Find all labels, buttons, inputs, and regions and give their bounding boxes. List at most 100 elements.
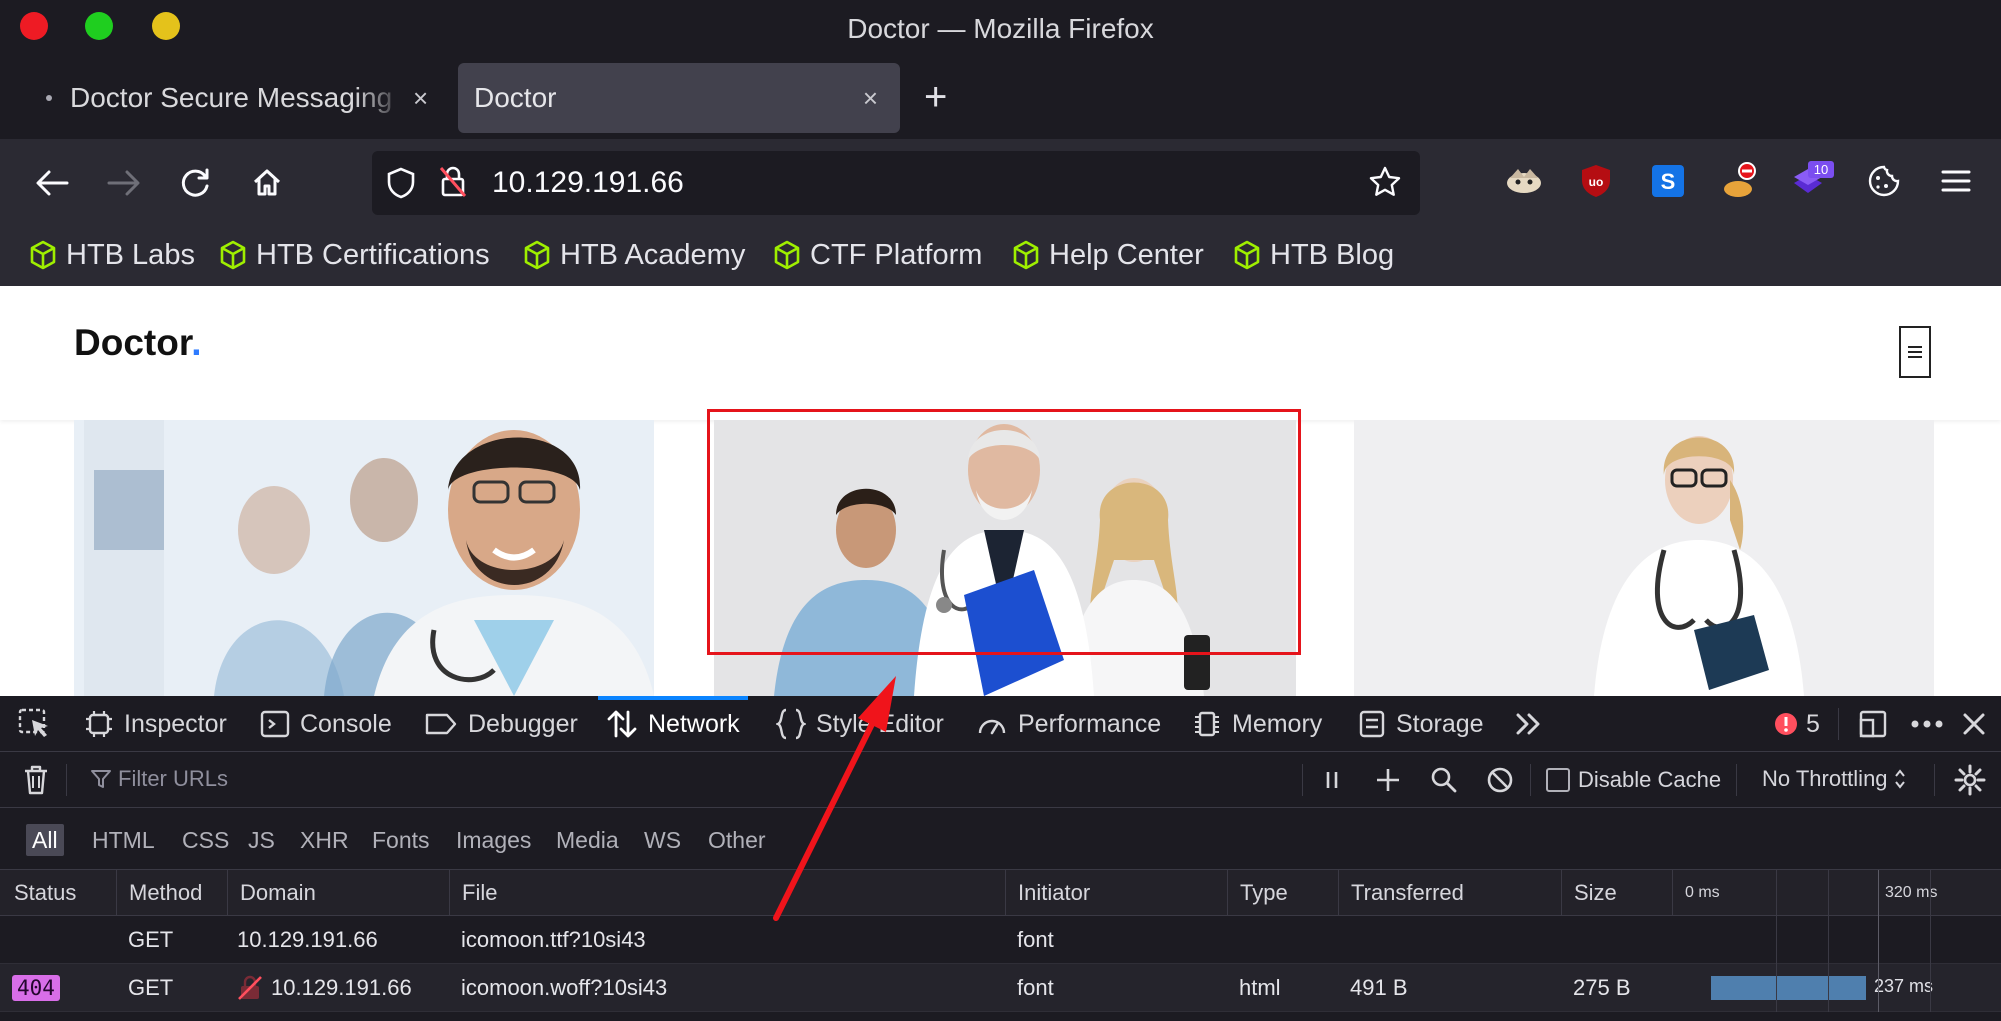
new-tab-button[interactable]: + [924, 73, 947, 121]
trash-icon[interactable] [22, 764, 50, 801]
column-status[interactable]: Status [0, 870, 116, 915]
tab-label: Performance [1018, 709, 1162, 738]
column-domain[interactable]: Domain [227, 870, 449, 915]
column-file[interactable]: File [449, 870, 1005, 915]
add-request-icon[interactable] [1374, 766, 1402, 799]
waterfall-time-label: 237 ms [1874, 976, 1934, 996]
tab-performance[interactable]: Performance [976, 696, 1161, 752]
reload-icon[interactable] [173, 161, 217, 205]
type-filter-css[interactable]: CSS [176, 824, 235, 856]
type-filter-xhr[interactable]: XHR [294, 824, 355, 856]
back-icon[interactable] [30, 161, 74, 205]
tab-style-editor[interactable]: Style Editor [776, 696, 944, 752]
updown-chevron-icon [1894, 769, 1905, 789]
filter-divider [1530, 764, 1531, 796]
url-text[interactable]: 10.129.191.66 [492, 166, 684, 200]
storage-icon [1359, 710, 1385, 738]
bookmark-ctf-platform[interactable]: CTF Platform [772, 235, 982, 275]
close-devtools-icon[interactable] [1962, 696, 1996, 752]
navigation-toolbar: 10.129.191.66 uo S 10 [0, 139, 2001, 227]
more-options-icon[interactable] [1910, 696, 1954, 752]
cookie-blocker-extension-icon[interactable] [1716, 157, 1764, 205]
tab-network[interactable]: Network [598, 696, 748, 752]
throttling-select[interactable]: No Throttling [1762, 766, 1906, 792]
bookmark-htb-labs[interactable]: HTB Labs [28, 235, 195, 275]
hamburger-menu-icon[interactable] [1932, 157, 1980, 205]
bookmark-htb-blog[interactable]: HTB Blog [1232, 235, 1394, 275]
waterfall-timing-bar [1711, 976, 1866, 1000]
error-count-badge[interactable]: 5 [1774, 696, 1820, 752]
tab-storage[interactable]: Storage [1358, 696, 1484, 752]
bookmark-htb-certifications[interactable]: HTB Certifications [218, 235, 490, 275]
type-filter-html[interactable]: HTML [86, 824, 161, 856]
tab-doctor-secure-messaging[interactable]: Doctor Secure Messaging × [30, 63, 430, 133]
column-type[interactable]: Type [1227, 870, 1338, 915]
s-extension-icon[interactable]: S [1644, 157, 1692, 205]
table-row[interactable]: 404 GET 10.129.191.66 icomoon.woff?10si4… [0, 964, 2001, 1012]
type-filter-all[interactable]: All [26, 824, 64, 856]
settings-gear-icon[interactable] [1954, 764, 1986, 801]
column-waterfall[interactable]: 0 ms 320 ms [1672, 870, 2001, 915]
type-filter-js[interactable]: JS [242, 824, 281, 856]
waterfall-gridline [1776, 870, 1777, 1012]
filter-divider [1736, 764, 1737, 796]
column-transferred[interactable]: Transferred [1338, 870, 1561, 915]
shield-icon[interactable] [386, 167, 416, 204]
wappalyzer-extension-icon[interactable]: 10 [1788, 157, 1836, 205]
block-icon[interactable] [1486, 766, 1514, 799]
tab-close-icon[interactable]: × [413, 83, 428, 114]
bookmark-label: HTB Certifications [256, 238, 490, 271]
tab-debugger[interactable]: Debugger [424, 696, 578, 752]
site-header: Doctor. [0, 286, 2001, 420]
cell-method: GET [128, 927, 174, 952]
disable-cache-label: Disable Cache [1578, 767, 1722, 792]
address-bar[interactable]: 10.129.191.66 [372, 151, 1420, 215]
home-icon[interactable] [245, 161, 289, 205]
bookmark-label: HTB Academy [560, 238, 746, 271]
tab-inspector[interactable]: Inspector [84, 696, 227, 752]
ublock-origin-icon[interactable]: uo [1572, 157, 1620, 205]
cell-transferred: 491 B [1350, 975, 1408, 1000]
site-menu-icon[interactable] [1899, 326, 1931, 378]
filter-divider [1302, 764, 1303, 796]
type-filter-other[interactable]: Other [702, 824, 772, 856]
htb-cube-icon [30, 240, 56, 270]
bookmark-htb-academy[interactable]: HTB Academy [522, 235, 745, 275]
search-icon[interactable] [1430, 766, 1458, 799]
bookmark-star-icon[interactable] [1368, 165, 1402, 204]
pause-icon[interactable] [1320, 768, 1344, 797]
tab-console[interactable]: Console [260, 696, 392, 752]
cookie-icon[interactable] [1860, 157, 1908, 205]
site-logo[interactable]: Doctor. [74, 322, 201, 364]
request-type-filters: All HTML CSS JS XHR Fonts Images Media W… [0, 808, 2001, 870]
foxyproxy-extension-icon[interactable] [1500, 157, 1548, 205]
type-filter-ws[interactable]: WS [638, 824, 687, 856]
type-filter-images[interactable]: Images [450, 824, 537, 856]
filter-urls-input[interactable]: Filter URLs [90, 766, 228, 792]
filter-divider [66, 764, 67, 796]
tab-doctor[interactable]: Doctor × [458, 63, 900, 133]
type-filter-media[interactable]: Media [550, 824, 625, 856]
type-filter-fonts[interactable]: Fonts [366, 824, 436, 856]
bookmark-label: HTB Labs [66, 238, 195, 271]
cell-domain: 10.129.191.66 [225, 964, 412, 1012]
tab-label: Console [300, 709, 392, 738]
tab-label: Storage [1396, 709, 1484, 738]
tab-memory[interactable]: Memory [1192, 696, 1322, 752]
disable-cache-checkbox[interactable]: Disable Cache [1546, 767, 1721, 793]
insecure-lock-icon[interactable] [438, 165, 468, 204]
column-initiator[interactable]: Initiator [1005, 870, 1227, 915]
more-tools-chevron-icon[interactable] [1514, 696, 1554, 752]
forward-icon[interactable] [102, 161, 146, 205]
network-icon [607, 710, 637, 738]
window-title: Doctor — Mozilla Firefox [847, 13, 1154, 44]
bookmark-help-center[interactable]: Help Center [1011, 235, 1204, 275]
dock-side-icon[interactable] [1858, 696, 1898, 752]
table-row[interactable]: GET 10.129.191.66 icomoon.ttf?10si43 fon… [0, 916, 2001, 964]
checkbox-box[interactable] [1546, 768, 1570, 792]
column-method[interactable]: Method [116, 870, 227, 915]
column-size[interactable]: Size [1561, 870, 1672, 915]
cell-type: html [1239, 975, 1281, 1000]
element-picker-icon[interactable] [18, 696, 62, 752]
tab-close-icon[interactable]: × [863, 83, 878, 114]
